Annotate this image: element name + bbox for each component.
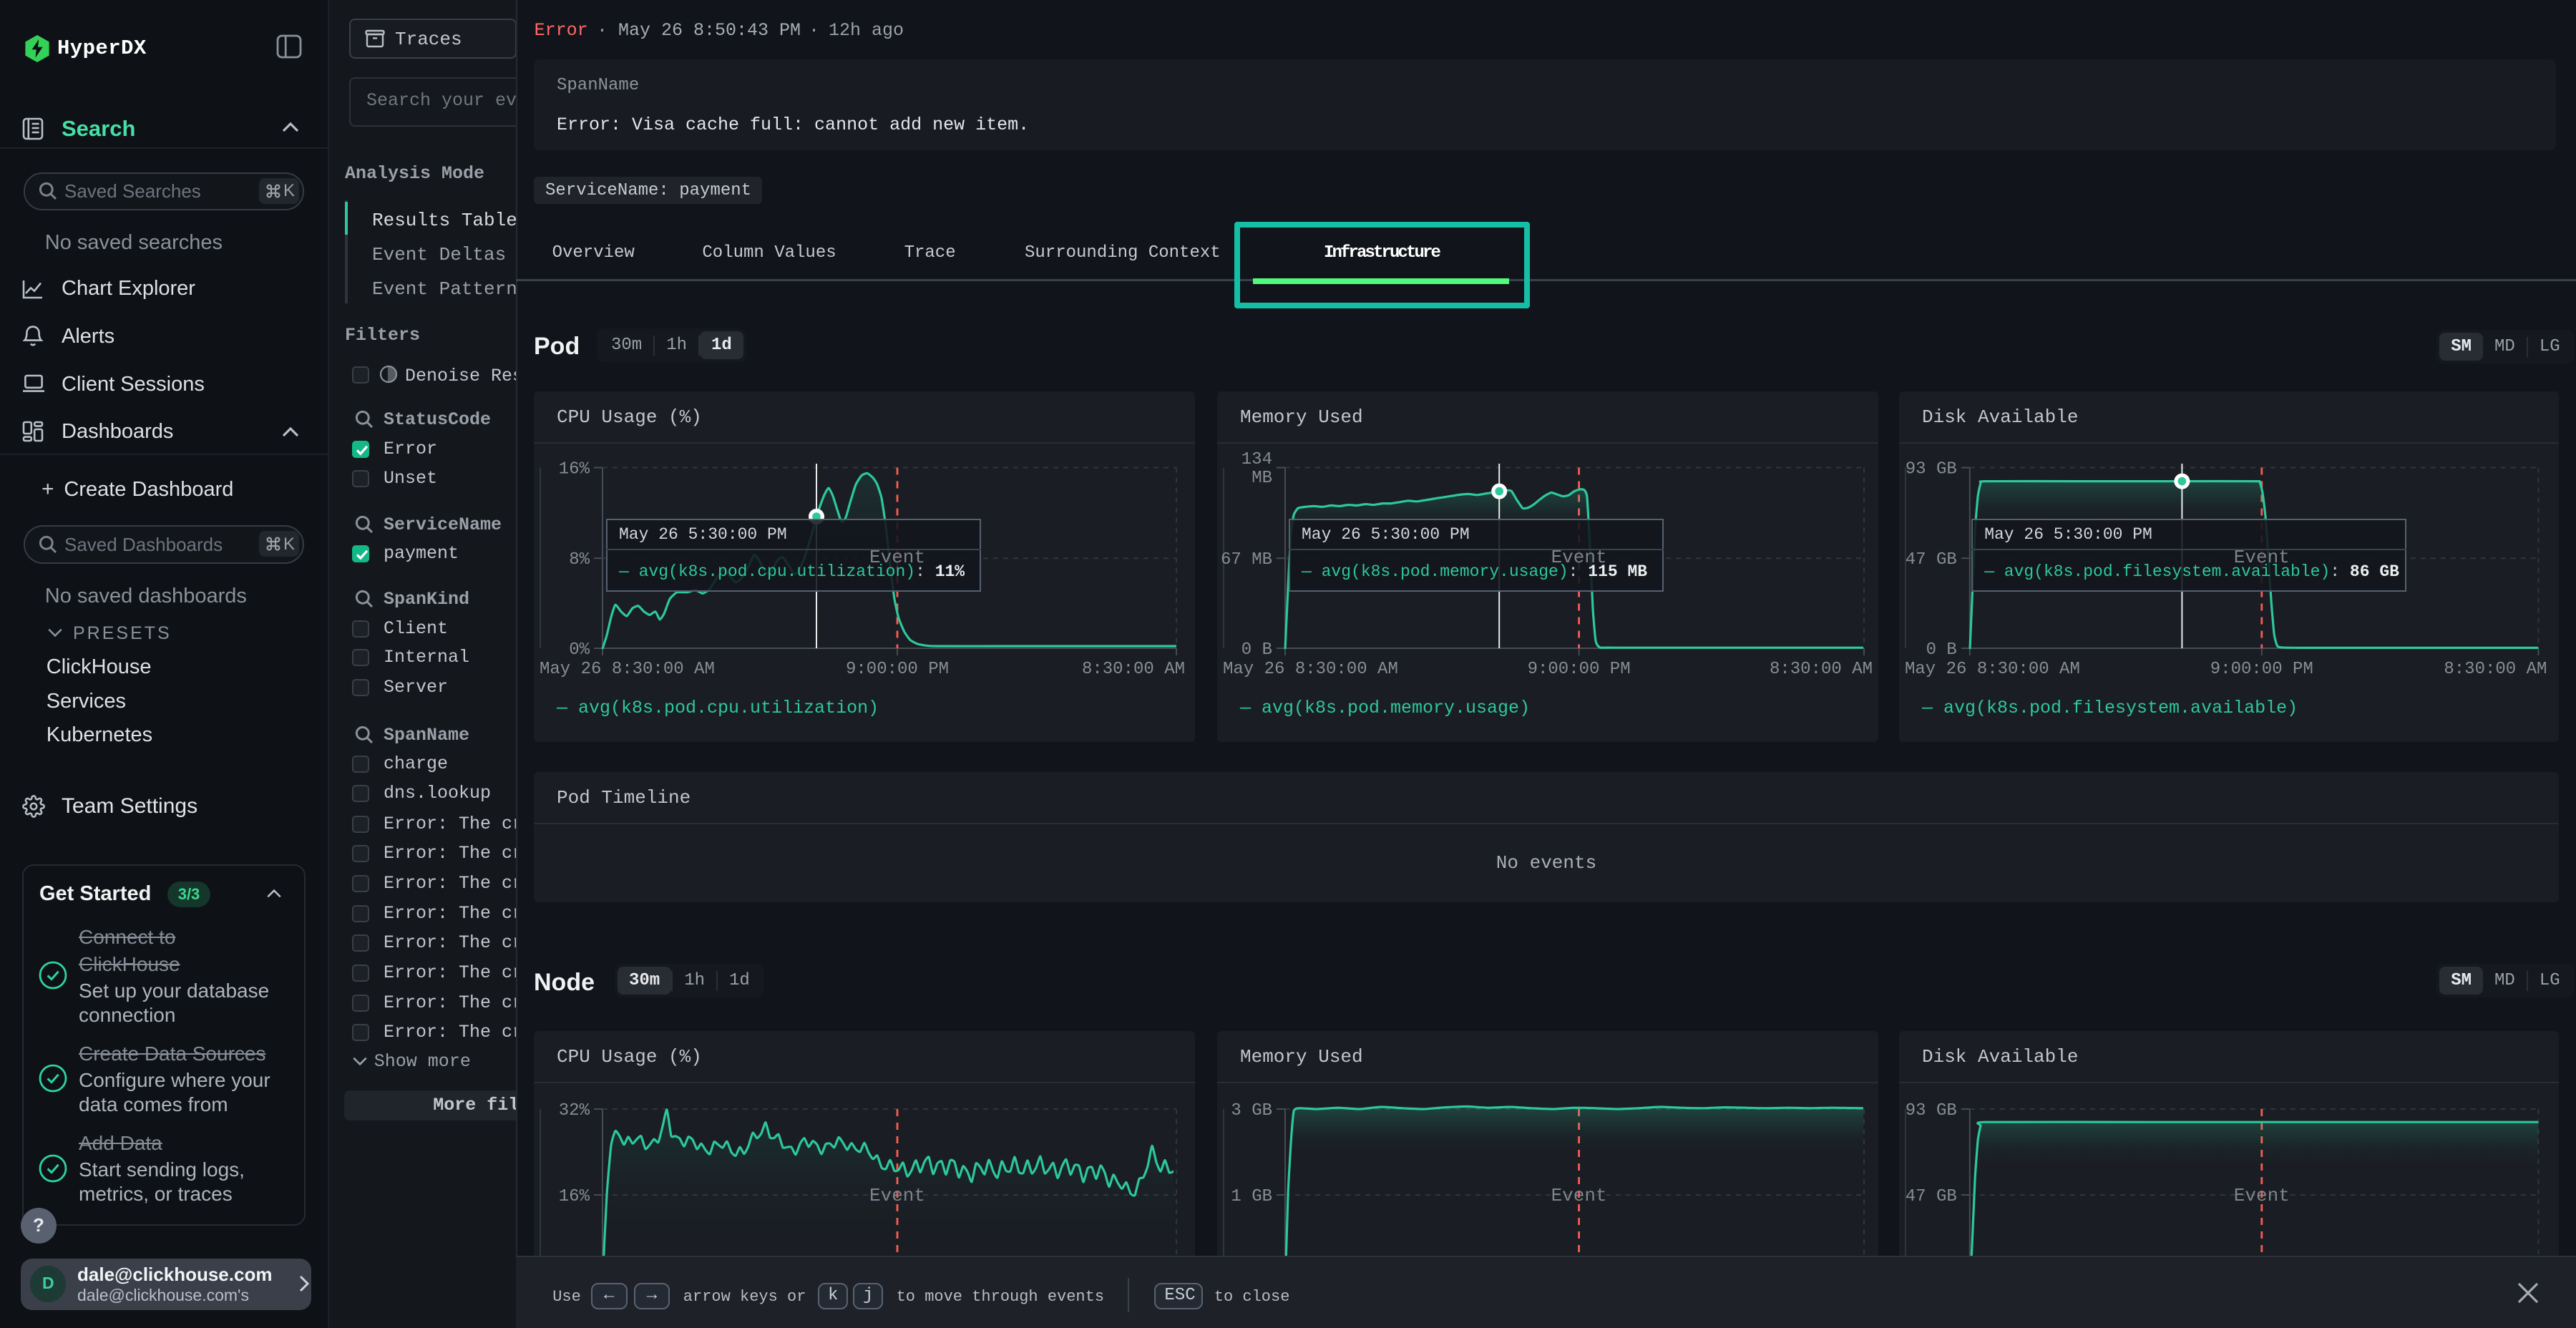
svg-text:47 GB: 47 GB bbox=[1906, 1187, 1957, 1206]
svg-text:0 B: 0 B bbox=[1926, 640, 1957, 660]
svg-text:0 B: 0 B bbox=[1241, 640, 1272, 660]
svg-text:0%: 0% bbox=[569, 640, 590, 660]
svg-text:47 GB: 47 GB bbox=[1906, 550, 1957, 570]
svg-text:9:00:00 PM: 9:00:00 PM bbox=[2210, 660, 2313, 679]
svg-text:9:00:00 PM: 9:00:00 PM bbox=[1528, 660, 1631, 679]
svg-text:MB: MB bbox=[1252, 469, 1272, 488]
svg-text:16%: 16% bbox=[559, 460, 590, 479]
svg-text:May 26 8:30:00 AM: May 26 8:30:00 AM bbox=[540, 660, 715, 679]
svg-text:1 GB: 1 GB bbox=[1231, 1187, 1272, 1206]
svg-text:134: 134 bbox=[1241, 450, 1272, 469]
svg-text:May 26 8:30:00 AM: May 26 8:30:00 AM bbox=[1223, 660, 1398, 679]
svg-text:May 26 8:30:00 AM: May 26 8:30:00 AM bbox=[1905, 660, 2080, 679]
svg-text:93 GB: 93 GB bbox=[1906, 1101, 1957, 1120]
svg-text:— avg(k8s.pod.cpu.utilization): — avg(k8s.pod.cpu.utilization) bbox=[556, 698, 879, 718]
svg-text:3 GB: 3 GB bbox=[1231, 1101, 1272, 1120]
svg-text:8%: 8% bbox=[569, 550, 590, 570]
svg-text:8:30:00 AM: 8:30:00 AM bbox=[2444, 660, 2547, 679]
svg-text:8:30:00 AM: 8:30:00 AM bbox=[1082, 660, 1185, 679]
svg-text:67 MB: 67 MB bbox=[1221, 550, 1272, 570]
svg-text:93 GB: 93 GB bbox=[1906, 460, 1957, 479]
svg-text:32%: 32% bbox=[559, 1101, 590, 1120]
svg-text:9:00:00 PM: 9:00:00 PM bbox=[846, 660, 949, 679]
svg-text:16%: 16% bbox=[559, 1187, 590, 1206]
svg-text:8:30:00 AM: 8:30:00 AM bbox=[1770, 660, 1873, 679]
svg-text:— avg(k8s.pod.filesystem.avail: — avg(k8s.pod.filesystem.available) bbox=[1921, 698, 2298, 718]
svg-text:— avg(k8s.pod.memory.usage): — avg(k8s.pod.memory.usage) bbox=[1239, 698, 1530, 718]
